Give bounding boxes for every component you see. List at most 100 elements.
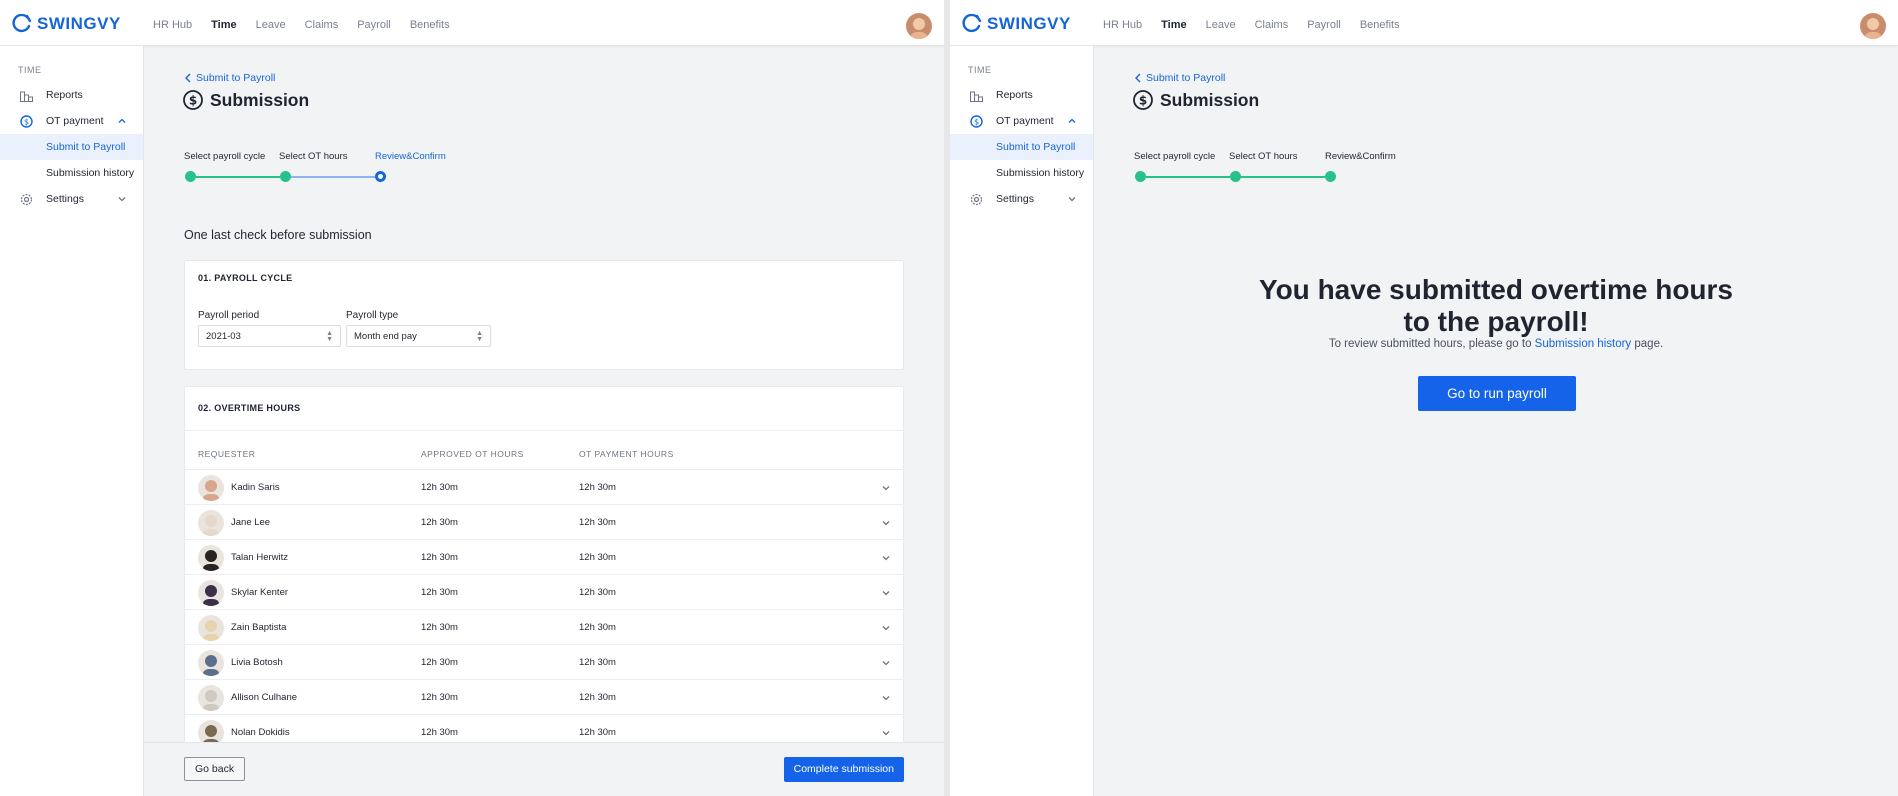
step-1-done-icon [185,171,196,182]
card-heading: 01. PAYROLL CYCLE [198,273,293,283]
requester-name: Talan Herwitz [231,552,289,563]
user-avatar[interactable] [906,13,932,39]
nav-payroll[interactable]: Payroll [357,19,391,31]
chevron-down-icon[interactable] [881,658,891,668]
user-avatar[interactable] [1860,13,1886,39]
success-heading-line-2: to the payroll! [1403,306,1589,337]
approved-ot-hours: 12h 30m [421,552,458,563]
payroll-period-select[interactable]: 2021-03 ▲ ▼ [198,325,341,347]
table-row[interactable]: Livia Botosh 12h 30m 12h 30m [185,644,905,679]
nav-hr-hub[interactable]: HR Hub [1103,19,1142,31]
requester-name: Nolan Dokidis [231,727,290,738]
sidebar-item-ot-payment[interactable]: $ OT payment [950,108,1093,134]
select-caret-icon: ▲ ▼ [476,330,483,343]
nav-benefits[interactable]: Benefits [410,19,450,31]
sidebar-item-submit-to-payroll[interactable]: Submit to Payroll [0,134,143,160]
ot-payment-hours: 12h 30m [579,517,616,528]
sidebar-item-settings[interactable]: Settings [0,186,143,212]
sidebar-item-label: OT payment [46,115,104,127]
table-row[interactable]: Kadin Saris 12h 30m 12h 30m [185,469,905,504]
ot-payment-hours: 12h 30m [579,692,616,703]
ot-payment-hours: 12h 30m [579,482,616,493]
success-heading: You have submitted overtime hours to the… [1094,274,1898,338]
review-heading: One last check before submission [184,228,372,242]
table-row[interactable]: Jane Lee 12h 30m 12h 30m [185,504,905,539]
step-label-2: Select OT hours [279,151,348,162]
table-row[interactable]: Talan Herwitz 12h 30m 12h 30m [185,539,905,574]
nav-benefits[interactable]: Benefits [1360,19,1400,31]
svg-text:$: $ [974,118,979,127]
nav-leave[interactable]: Leave [256,19,286,31]
table-row[interactable]: Skylar Kenter 12h 30m 12h 30m [185,574,905,609]
nav-time[interactable]: Time [211,19,236,31]
stepper: Select payroll cycle Select OT hours Rev… [184,151,446,191]
approved-ot-hours: 12h 30m [421,727,458,738]
sidebar-item-label: Submission history [996,167,1085,179]
table-row[interactable]: Allison Culhane 12h 30m 12h 30m [185,679,905,714]
back-link[interactable]: Submit to Payroll [1134,72,1225,84]
footer-bar: Go back Complete submission [144,742,944,796]
requester-name: Zain Baptista [231,622,287,633]
avatar [198,580,224,606]
back-link[interactable]: Submit to Payroll [184,72,275,84]
nav-time[interactable]: Time [1161,19,1186,31]
col-header-requester: REQUESTER [198,449,256,459]
chevron-down-icon[interactable] [881,588,891,598]
swingvy-logo[interactable]: SWINGVY [12,14,121,34]
brand-name: SWINGVY [37,14,121,33]
go-back-button[interactable]: Go back [184,757,246,781]
sidebar-item-settings[interactable]: Settings [950,186,1093,212]
brand-name: SWINGVY [987,14,1071,33]
step-2-done-icon [1230,171,1241,182]
main-content: Submit to Payroll $ Submission Select pa… [144,46,944,796]
submission-history-link[interactable]: Submission history [1535,338,1632,350]
col-header-approved: APPROVED OT HOURS [421,449,524,459]
nav-claims[interactable]: Claims [1255,19,1289,31]
sidebar-item-label: Reports [46,89,83,101]
chevron-down-icon[interactable] [881,693,891,703]
nav-leave[interactable]: Leave [1206,19,1236,31]
ot-payment-icon: $ [20,115,33,128]
avatar [198,650,224,676]
swingvy-logo[interactable]: SWINGVY [962,14,1071,34]
go-to-run-payroll-button[interactable]: Go to run payroll [1418,376,1576,411]
sidebar-item-submission-history[interactable]: Submission history [950,160,1093,186]
complete-submission-button[interactable]: Complete submission [783,757,904,782]
sidebar-item-label: Settings [996,193,1034,205]
nav-claims[interactable]: Claims [305,19,339,31]
sidebar-item-ot-payment[interactable]: $ OT payment [0,108,143,134]
sidebar-item-reports[interactable]: Reports [0,82,143,108]
chevron-down-icon[interactable] [881,483,891,493]
chevron-down-icon[interactable] [881,553,891,563]
table-row[interactable]: Zain Baptista 12h 30m 12h 30m [185,609,905,644]
page-title: Submission [210,89,310,110]
chevron-down-icon[interactable] [881,728,891,738]
chevron-down-icon [1068,197,1076,202]
top-bar: SWINGVY HR Hub Time Leave Claims Payroll… [950,0,1898,46]
overtime-hours-card: 02. OVERTIME HOURS REQUESTER APPROVED OT… [184,386,905,786]
requester-name: Jane Lee [231,517,271,528]
svg-text:$: $ [1139,94,1147,108]
step-connector [1146,176,1230,178]
chevron-down-icon[interactable] [881,623,891,633]
sidebar: TIME Reports $ OT payment Submit to Payr… [0,46,144,796]
payroll-type-select[interactable]: Month end pay ▲ ▼ [346,325,491,347]
sidebar-item-submit-to-payroll[interactable]: Submit to Payroll [950,134,1093,160]
review-panel: SWINGVY HR Hub Time Leave Claims Payroll… [0,0,944,796]
avatar [198,615,224,641]
ot-payment-hours: 12h 30m [579,622,616,633]
chevron-up-icon [1068,118,1076,123]
payroll-cycle-card: 01. PAYROLL CYCLE Payroll period 2021-03… [184,260,904,370]
chevron-down-icon[interactable] [881,518,891,528]
success-subtext-prefix: To review submitted hours, please go to [1328,338,1532,350]
avatar [198,685,224,711]
nav-payroll[interactable]: Payroll [1307,19,1341,31]
reports-icon [20,91,33,102]
avatar [198,510,224,536]
chevron-up-icon [118,118,126,123]
sidebar-item-reports[interactable]: Reports [950,82,1093,108]
sidebar-item-submission-history[interactable]: Submission history [0,160,143,186]
nav-hr-hub[interactable]: HR Hub [153,19,192,31]
sidebar-item-label: Settings [46,193,84,205]
approved-ot-hours: 12h 30m [421,587,458,598]
